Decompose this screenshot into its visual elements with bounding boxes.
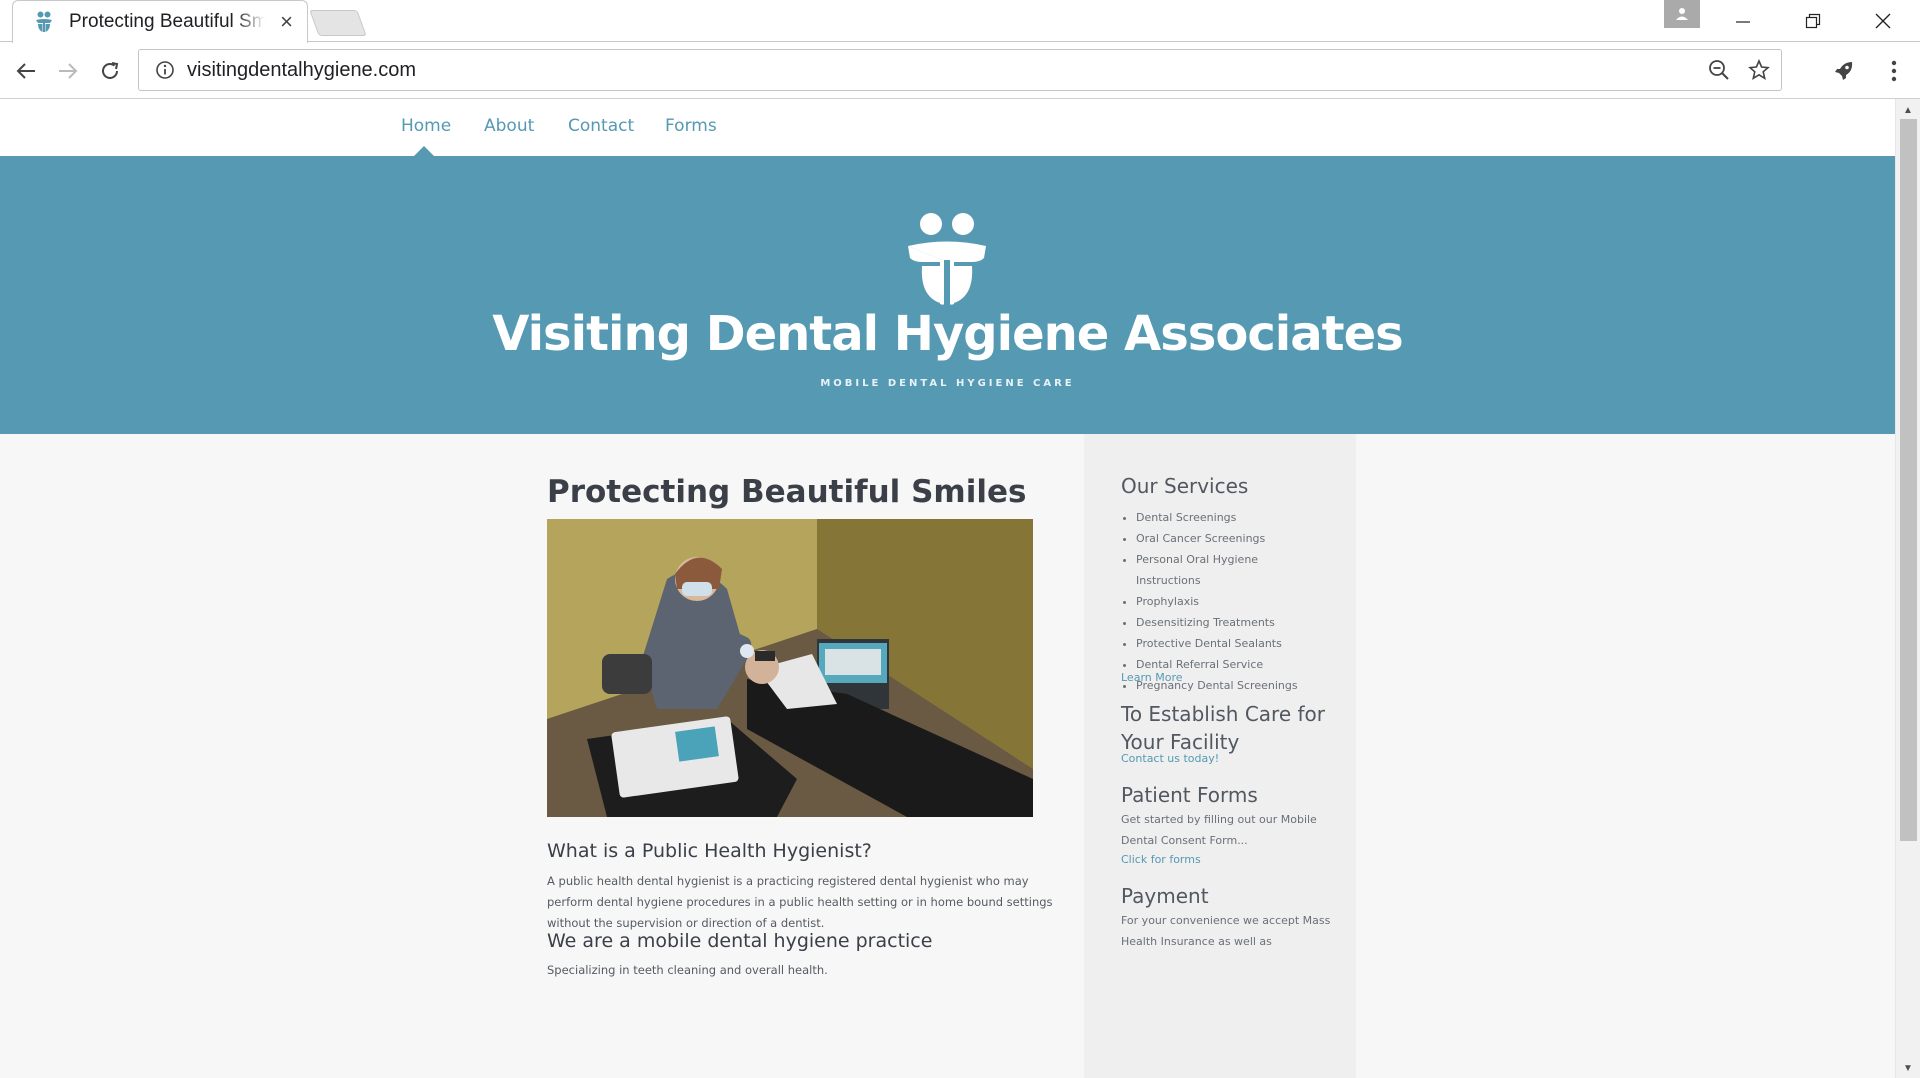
site-title: Visiting Dental Hygiene Associates [492, 306, 1403, 362]
reload-icon[interactable] [94, 55, 126, 87]
public-health-description: A public health dental hygienist is a pr… [547, 874, 1053, 930]
close-window-icon[interactable] [1858, 6, 1908, 36]
browser-tab[interactable]: Protecting Beautiful Smiles × [12, 0, 308, 43]
hero-banner: Visiting Dental Hygiene Associates MOBIL… [0, 156, 1895, 434]
establish-care-heading: To Establish Care for Your Facility [1121, 702, 1325, 754]
learn-more-link[interactable]: Learn More [1121, 671, 1183, 684]
scroll-down-arrow-icon[interactable]: ▼ [1903, 1063, 1913, 1074]
scroll-thumb[interactable] [1900, 119, 1917, 841]
rocket-extension-icon[interactable] [1828, 55, 1860, 87]
section-heading-public-health: What is a Public Health Hygienist? [547, 840, 872, 862]
nav-forms-link[interactable]: Forms [665, 116, 717, 136]
payment-description: For your convenience we accept Mass Heal… [1121, 914, 1331, 948]
page-scrollbar[interactable]: ▲ ▼ [1895, 99, 1920, 1078]
tooth-favicon-icon [35, 11, 57, 33]
nav-home-link[interactable]: Home [401, 116, 451, 136]
patient-forms-description: Get started by filling out our Mobile De… [1121, 813, 1317, 847]
services-heading: Our Services [1121, 474, 1249, 498]
bookmark-star-icon[interactable] [1745, 56, 1773, 84]
nav-contact-link[interactable]: Contact [568, 116, 634, 136]
forward-icon[interactable] [52, 55, 84, 87]
tooth-logo-icon [906, 210, 988, 311]
minimize-icon[interactable] [1718, 6, 1768, 36]
list-item: Desensitizing Treatments [1136, 612, 1321, 633]
page-viewport: Home About Contact Forms Visiting Dental… [0, 99, 1895, 1078]
new-tab-button[interactable] [309, 10, 367, 36]
contact-us-link[interactable]: Contact us today! [1121, 752, 1219, 765]
hygienist-photo [547, 519, 1033, 817]
active-nav-indicator [414, 146, 434, 156]
url-text: visitingdentalhygiene.com [187, 58, 417, 81]
menu-dots-icon[interactable] [1878, 55, 1910, 87]
section-heading-mobile-practice: We are a mobile dental hygiene practice [547, 930, 933, 952]
browser-toolbar: visitingdentalhygiene.com [0, 43, 1920, 99]
site-navigation: Home About Contact Forms [0, 99, 1895, 156]
address-bar[interactable]: visitingdentalhygiene.com [138, 49, 1782, 91]
scroll-up-arrow-icon[interactable]: ▲ [1903, 105, 1913, 116]
site-info-icon[interactable] [147, 60, 183, 80]
services-list: Dental Screenings Oral Cancer Screenings… [1121, 507, 1321, 696]
page-heading: Protecting Beautiful Smiles [547, 474, 1027, 510]
main-content: Protecting Beautiful Smiles What is a Pu… [547, 434, 1084, 1078]
list-item: Prophylaxis [1136, 591, 1321, 612]
nav-about-link[interactable]: About [484, 116, 534, 136]
patient-forms-heading: Patient Forms [1121, 783, 1258, 807]
profile-icon[interactable] [1664, 0, 1700, 28]
browser-tab-strip: Protecting Beautiful Smiles × [0, 0, 1920, 43]
mobile-practice-description: Specializing in teeth cleaning and overa… [547, 963, 828, 977]
list-item: Dental Screenings [1136, 507, 1321, 528]
list-item: Protective Dental Sealants [1136, 633, 1321, 654]
list-item: Oral Cancer Screenings [1136, 528, 1321, 549]
tab-close-icon[interactable]: × [280, 11, 293, 33]
back-icon[interactable] [10, 55, 42, 87]
site-tagline: MOBILE DENTAL HYGIENE CARE [820, 378, 1075, 389]
tab-title: Protecting Beautiful Smiles [69, 11, 265, 32]
restore-icon[interactable] [1788, 6, 1838, 36]
zoom-icon[interactable] [1705, 56, 1733, 84]
forms-link[interactable]: Click for forms [1121, 853, 1201, 866]
sidebar: Our Services Dental Screenings Oral Canc… [1084, 434, 1356, 1078]
payment-heading: Payment [1121, 884, 1209, 908]
list-item: Personal Oral Hygiene Instructions [1136, 549, 1321, 591]
